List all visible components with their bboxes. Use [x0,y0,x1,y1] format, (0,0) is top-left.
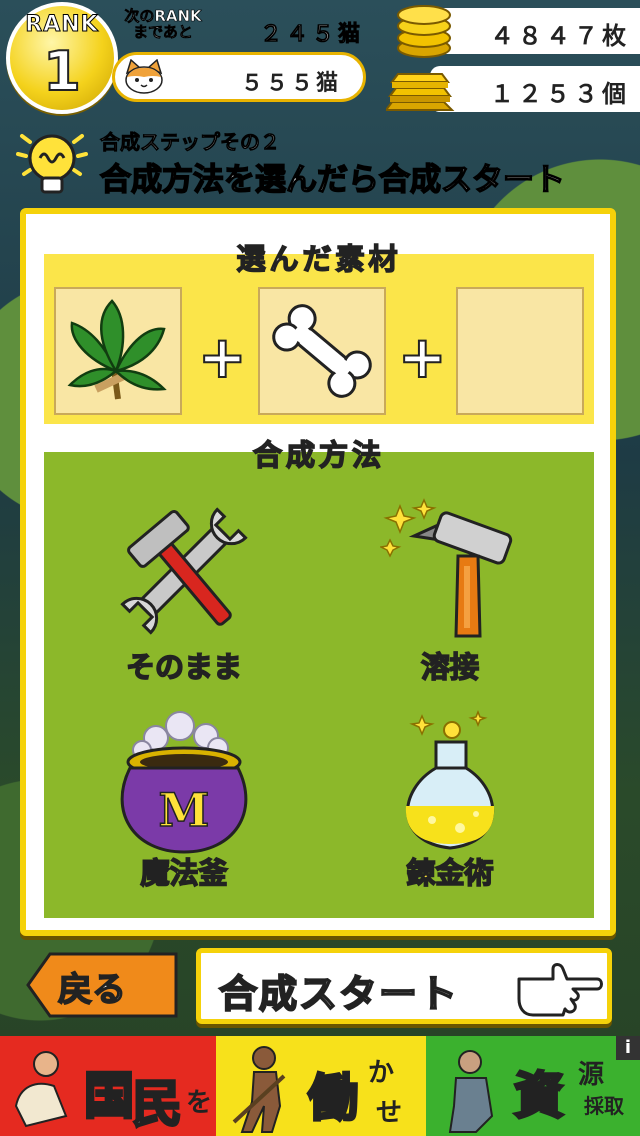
material-slot-empty[interactable] [456,287,584,415]
materials-title: 選んだ素材 [236,241,402,277]
banner-char-4: 働 [307,1068,360,1129]
plus-sign-1: + [197,323,248,391]
method-label-as-is: そのまま [125,649,243,685]
step-title: 合成方法を選んだら合成スタート [99,161,566,199]
ad-banner[interactable]: 国 民 を 働 か せ 資 源 採取 i [0,1036,640,1136]
method-label-magic-pot: 魔法釜 [140,855,229,891]
material-slot-bone[interactable] [258,287,386,415]
next-rank-line1: 次のRANK [124,7,202,25]
alchemy-flask-icon [405,709,495,850]
start-label: 合成スタート [218,971,460,1017]
tools-icon [120,507,248,635]
banner-panel-work[interactable]: 働 か せ [216,1036,426,1136]
pointing-hand-icon [517,963,603,1017]
ad-info-icon[interactable]: i [616,1036,640,1060]
next-rank-count: ２４５猫 [260,22,365,48]
welding-torch-icon [380,498,513,638]
next-rank-label: 次のRANK まであと [108,7,218,41]
banner-char-9: 採取 [584,1094,624,1118]
rank-value: 1 [42,39,82,104]
start-synthesis-button[interactable]: 合成スタート [196,948,612,1024]
gathering-person-icon [448,1050,494,1133]
method-magic-pot[interactable]: M 魔法釜 [74,702,294,892]
gold-count: １２５３個 [490,80,630,108]
bone-icon [272,304,372,398]
method-label-alchemy: 錬金術 [406,855,495,891]
plus-sign-2: + [397,323,448,391]
method-as-is[interactable]: そのまま [74,496,294,686]
rank-label: RANK [25,12,99,38]
cat-count: ５５５猫 [240,71,341,96]
coin-stack-icon [397,5,451,58]
material-slot-herb[interactable] [54,287,182,415]
banner-panel-resources[interactable]: 資 源 採取 [426,1036,640,1136]
banner-panel-citizens[interactable]: 国 民 を [0,1036,216,1136]
coin-bar: ４８４７枚 [430,8,640,54]
next-rank-line2: まであと [133,23,193,41]
lightbulb-icon [16,134,88,194]
back-label: 戻る [57,969,127,1011]
magic-pot-icon: M [120,711,248,854]
banner-char-6: せ [376,1098,403,1128]
method-label-welding: 溶接 [420,649,480,685]
banner-char-3: を [186,1088,213,1118]
method-alchemy[interactable]: 錬金術 [340,702,560,892]
gold-bar: １２５３個 [430,66,640,112]
svg-text:M: M [159,783,210,837]
herb-icon [67,299,167,400]
coin-count: ４８４７枚 [490,22,630,50]
banner-char-8: 源 [578,1060,605,1090]
back-button[interactable]: 戻る [26,952,178,1018]
banner-char-5: か [368,1058,395,1088]
cat-icon [125,59,163,94]
methods-title: 合成方法 [252,437,385,473]
working-person-icon [232,1046,286,1133]
prostrating-person-icon [14,1051,68,1128]
step-label: 合成ステップその２ [100,130,281,155]
gold-bar-icon [386,73,455,111]
rank-badge: RANK 1 [6,2,118,120]
method-welding[interactable]: 溶接 [340,496,560,686]
banner-char-2: 民 [131,1074,184,1135]
banner-char-7: 資 [513,1066,566,1127]
cat-count-bar: ５５５猫 [112,52,366,102]
banner-char-1: 国 [83,1066,136,1127]
